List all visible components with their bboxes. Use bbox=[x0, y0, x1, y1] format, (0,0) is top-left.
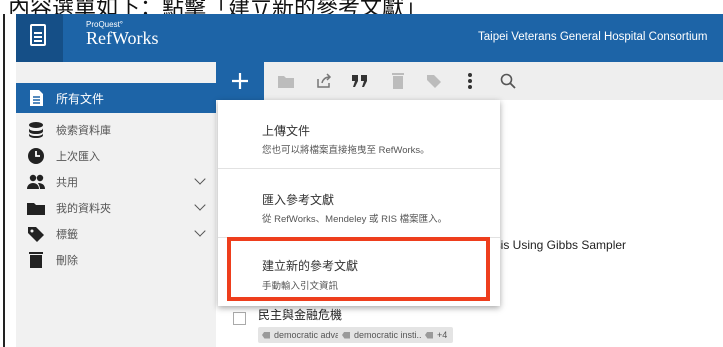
organization-name[interactable]: Taipei Veterans General Hospital Consort… bbox=[478, 31, 707, 43]
sidebar-item-label: 上次匯入 bbox=[56, 151, 100, 163]
plus-icon bbox=[232, 73, 248, 89]
row-checkbox[interactable] bbox=[233, 312, 246, 325]
database-icon bbox=[26, 120, 46, 140]
sidebar-item-label: 檢索資料庫 bbox=[56, 125, 111, 137]
trash-icon bbox=[392, 73, 404, 89]
tag-label: +4 bbox=[437, 330, 448, 340]
tag-label: democratic adva... bbox=[274, 330, 348, 340]
search-icon bbox=[500, 73, 516, 89]
document-icon bbox=[26, 88, 46, 108]
sidebar-item-deleted[interactable]: 刪除 bbox=[16, 245, 216, 275]
top-caption: 內容選單如下：點擊「建立新的參考文獻」 bbox=[8, 0, 427, 14]
brand-refworks[interactable]: RefWorks bbox=[86, 28, 159, 49]
share-icon bbox=[317, 73, 332, 88]
quote-icon bbox=[352, 75, 367, 87]
sidebar-item-all-documents[interactable]: 所有文件 bbox=[16, 83, 216, 113]
sidebar-item-label: 所有文件 bbox=[56, 91, 105, 106]
sidebar-item-label: 標籤 bbox=[56, 229, 78, 241]
tag-icon bbox=[342, 331, 350, 339]
reference-title[interactable]: 民主與金融危機 bbox=[258, 306, 342, 323]
add-button[interactable] bbox=[216, 62, 264, 100]
tag-icon bbox=[425, 331, 433, 339]
users-icon bbox=[26, 172, 46, 192]
sidebar-item-label: 共用 bbox=[56, 177, 78, 189]
tag-label: democratic insti... bbox=[354, 330, 425, 340]
cite-button[interactable] bbox=[342, 62, 378, 100]
tag-icon bbox=[427, 75, 441, 88]
reference-title[interactable]: risis Using Gibbs Sampler bbox=[488, 238, 626, 252]
highlight-box bbox=[227, 237, 490, 301]
tag-chip[interactable]: +4 bbox=[421, 327, 454, 343]
chevron-down-icon[interactable] bbox=[194, 173, 206, 185]
menu-button[interactable] bbox=[16, 14, 63, 62]
chevron-down-icon[interactable] bbox=[194, 199, 206, 211]
menu-item-description: 從 RefWorks、Mendeley 或 RIS 檔案匯入。 bbox=[262, 214, 448, 225]
tag-icon bbox=[26, 224, 46, 244]
folder-button[interactable] bbox=[268, 62, 304, 100]
delete-button[interactable] bbox=[380, 62, 416, 100]
menu-item-description: 您也可以將檔案直接拖曳至 RefWorks。 bbox=[262, 145, 430, 156]
more-button[interactable] bbox=[452, 62, 488, 100]
menu-item-upload-document[interactable]: 上傳文件 您也可以將檔案直接拖曳至 RefWorks。 bbox=[218, 100, 500, 168]
tag-button[interactable] bbox=[416, 62, 452, 100]
more-icon bbox=[468, 73, 472, 89]
top-caption-strip: 內容選單如下：點擊「建立新的參考文獻」 bbox=[0, 0, 723, 14]
menu-item-import-references[interactable]: 匯入參考文獻 從 RefWorks、Mendeley 或 RIS 檔案匯入。 bbox=[218, 168, 500, 237]
folder-icon bbox=[278, 76, 294, 88]
folder-icon bbox=[26, 198, 46, 218]
tag-chip[interactable]: democratic insti... bbox=[338, 327, 431, 343]
tag-icon bbox=[262, 331, 270, 339]
trash-icon bbox=[26, 250, 46, 270]
search-button[interactable] bbox=[490, 62, 526, 100]
menu-item-title: 匯入參考文獻 bbox=[262, 193, 335, 207]
sidebar-item-label: 我的資料夾 bbox=[56, 203, 111, 215]
menu-item-title: 上傳文件 bbox=[262, 124, 311, 138]
sidebar-item-label: 刪除 bbox=[56, 255, 78, 267]
document-icon bbox=[30, 24, 46, 46]
clock-icon bbox=[26, 146, 46, 166]
chevron-down-icon[interactable] bbox=[194, 225, 206, 237]
share-button[interactable] bbox=[306, 62, 342, 100]
